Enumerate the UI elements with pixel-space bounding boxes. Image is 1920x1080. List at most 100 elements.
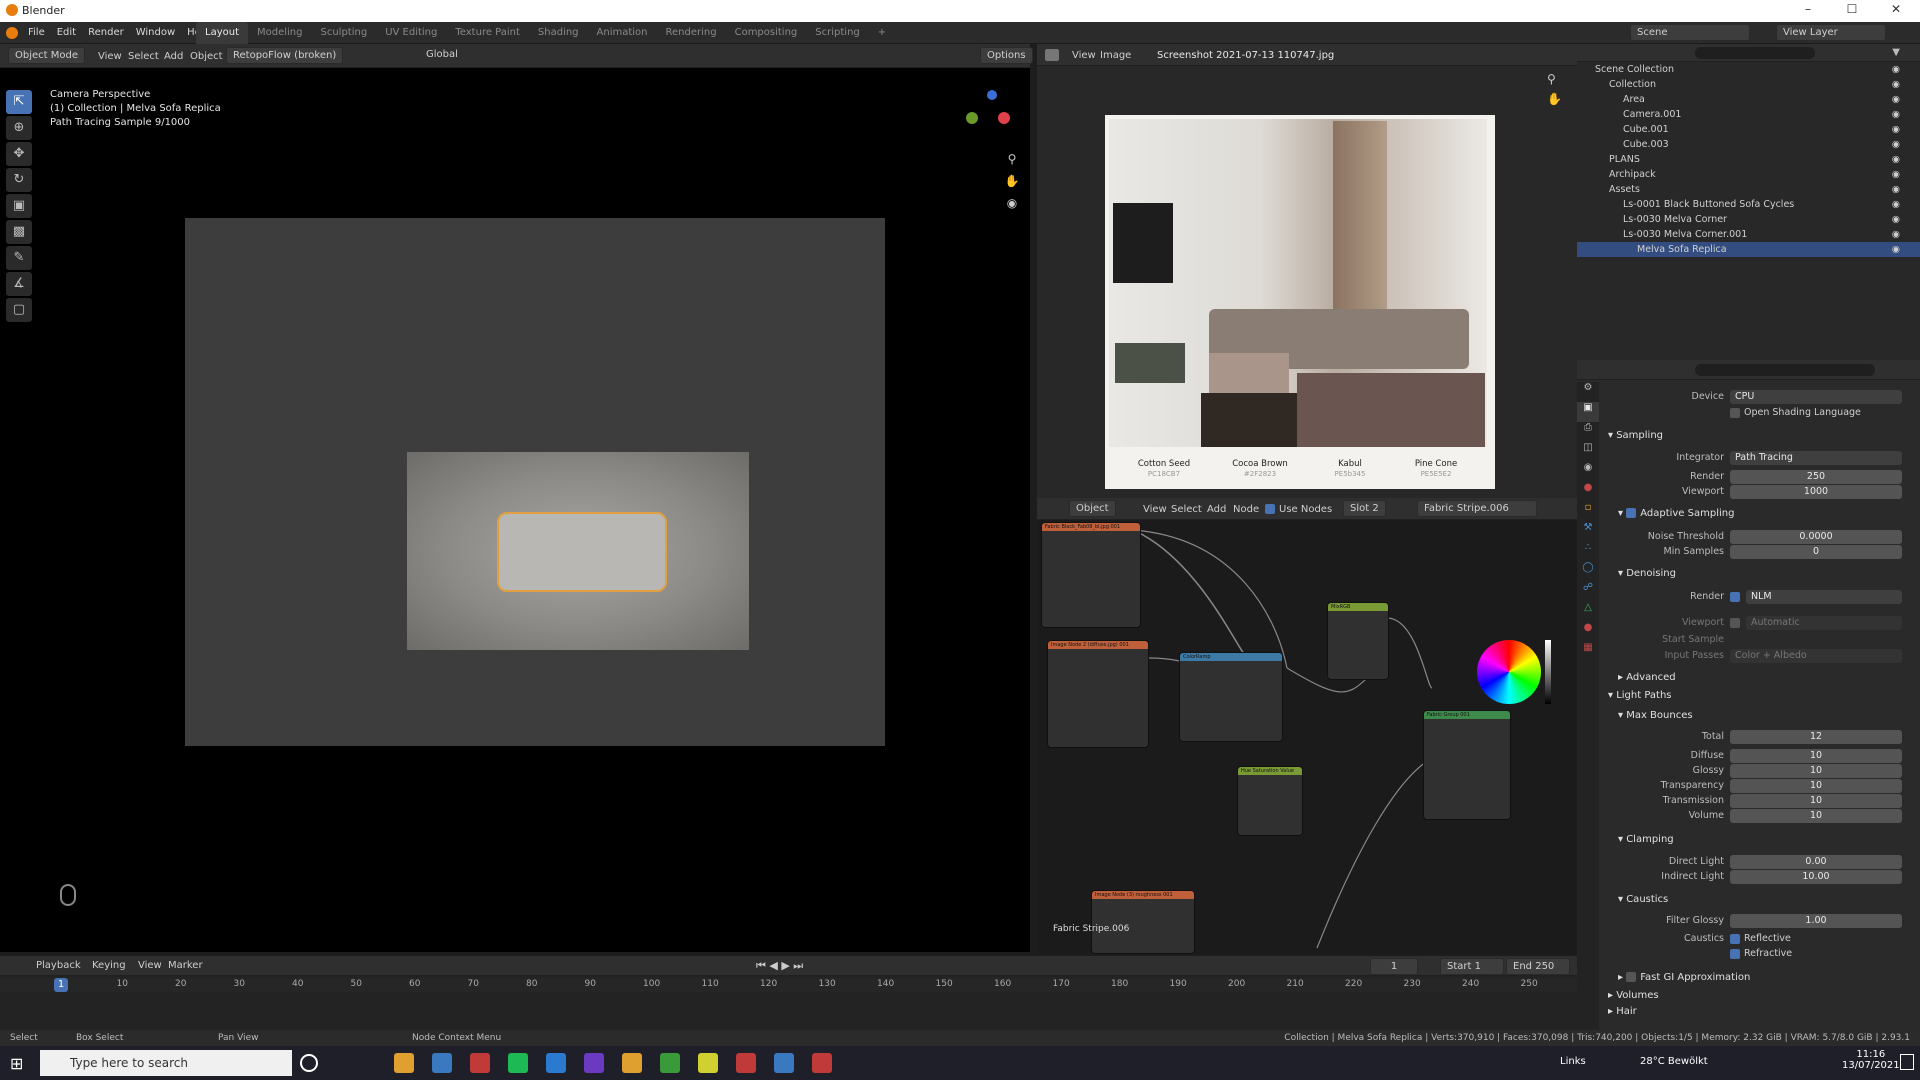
integrator-dropdown[interactable]: Path Tracing — [1730, 451, 1902, 465]
timeline[interactable]: Playback Keying View Marker ⏮ ◀ ▶ ⏭ 1 St… — [0, 956, 1577, 1036]
add-cube-tool-icon[interactable]: ▢ — [6, 298, 32, 322]
max-bounces-section[interactable]: ▾ Max Bounces — [1618, 710, 1693, 721]
viewport-samples-field[interactable]: 1000 — [1730, 485, 1902, 499]
viewport-menu-select[interactable]: Select — [128, 51, 159, 62]
visibility-eye-icon[interactable]: ◉ — [1892, 212, 1900, 227]
options-button[interactable]: Options — [980, 47, 1033, 64]
bounce-field[interactable]: 10 — [1730, 779, 1902, 793]
outliner-row[interactable]: Area ◉ — [1577, 92, 1920, 107]
data-tab-icon[interactable]: △ — [1577, 602, 1599, 622]
refractive-checkbox[interactable]: Refractive — [1730, 946, 1792, 962]
outliner-row[interactable]: PLANS ◉ — [1577, 152, 1920, 167]
tool-tab-icon[interactable]: ⚙ — [1577, 382, 1599, 402]
render-samples-field[interactable]: 250 — [1730, 470, 1902, 484]
playback-menu[interactable]: Playback — [36, 960, 81, 971]
checkbox-icon[interactable] — [1626, 972, 1637, 982]
tab-rendering[interactable]: Rendering — [657, 22, 726, 38]
outliner-row[interactable]: Assets ◉ — [1577, 182, 1920, 197]
cursor-tool-icon[interactable]: ⊕ — [6, 116, 32, 140]
fast-gi-section[interactable]: ▸ Fast GI Approximation — [1618, 972, 1750, 983]
visibility-eye-icon[interactable]: ◉ — [1892, 152, 1900, 167]
z-axis-icon[interactable] — [987, 90, 997, 100]
light-paths-section[interactable]: ▾ Light Paths — [1608, 690, 1672, 701]
close-icon[interactable]: ✕ — [1876, 2, 1916, 20]
visibility-eye-icon[interactable]: ◉ — [1892, 167, 1900, 182]
denoiser-dropdown[interactable]: NLM — [1746, 590, 1902, 604]
playback-controls[interactable]: ⏮ ◀ ▶ ⏭ — [756, 959, 803, 973]
taskbar-app-icon[interactable] — [546, 1053, 566, 1073]
image-texture-node[interactable]: Fabric Black_Fab08_bl.jpg 001 — [1041, 522, 1141, 628]
links-toolbar[interactable]: Links — [1560, 1056, 1586, 1067]
annotate-tool-icon[interactable]: ✎ — [6, 246, 32, 270]
output-tab-icon[interactable]: ⎙ — [1577, 422, 1599, 442]
bounce-field[interactable]: 10 — [1730, 794, 1902, 808]
outliner-row[interactable]: Camera.001 ◉ — [1577, 107, 1920, 122]
tab-uv-editing[interactable]: UV Editing — [376, 22, 446, 38]
value-slider[interactable] — [1545, 640, 1551, 704]
filter-icon[interactable]: ▼ — [1892, 47, 1900, 58]
notification-icon[interactable] — [1900, 1054, 1914, 1070]
timeline-view-menu[interactable]: View — [138, 960, 162, 971]
transform-orientation[interactable]: Global — [420, 47, 464, 62]
cortana-icon[interactable] — [300, 1054, 318, 1072]
reflective-checkbox[interactable]: Reflective — [1730, 931, 1791, 947]
camera-view-icon[interactable]: ◉ — [1002, 196, 1022, 218]
clamping-section[interactable]: ▾ Clamping — [1618, 834, 1674, 845]
bounce-field[interactable]: 12 — [1730, 730, 1902, 744]
outliner-row[interactable]: Ls-0001 Black Buttoned Sofa Cycles ◉ — [1577, 197, 1920, 212]
color-ramp-node[interactable]: ColorRamp — [1179, 652, 1283, 742]
world-tab-icon[interactable]: ● — [1577, 482, 1599, 502]
checkbox-icon[interactable] — [1626, 508, 1637, 518]
denoise-viewport-checkbox[interactable] — [1730, 615, 1744, 631]
denoise-viewport-dropdown[interactable]: Automatic — [1746, 616, 1902, 630]
taskbar-app-icon[interactable] — [508, 1053, 528, 1073]
mode-selector[interactable]: Object Mode — [8, 47, 85, 64]
marker-menu[interactable]: Marker — [168, 960, 203, 971]
editor-type-icon[interactable] — [1045, 49, 1059, 61]
taskbar-app-icon[interactable] — [812, 1053, 832, 1073]
select-tool-icon[interactable]: ⇱ — [6, 90, 32, 114]
taskbar-app-icon[interactable] — [432, 1053, 452, 1073]
taskbar-search-input[interactable]: Type here to search — [40, 1050, 292, 1076]
pan-hand-icon[interactable]: ✋ — [1002, 174, 1022, 196]
scale-tool-icon[interactable]: ▣ — [6, 194, 32, 218]
image-menu-view[interactable]: View — [1072, 50, 1096, 61]
denoise-render-checkbox[interactable] — [1730, 589, 1744, 605]
sampling-section[interactable]: ▾ Sampling — [1608, 430, 1663, 441]
tab-layout[interactable]: Layout — [196, 22, 248, 44]
blender-menu-icon[interactable] — [6, 27, 18, 39]
physics-tab-icon[interactable]: ◯ — [1577, 562, 1599, 582]
checkbox-icon[interactable] — [1730, 407, 1740, 418]
end-frame-field[interactable]: End 250 — [1506, 958, 1570, 975]
color-wheel[interactable] — [1477, 640, 1541, 704]
scene-selector[interactable]: Scene — [1630, 24, 1750, 41]
rotate-tool-icon[interactable]: ↻ — [6, 168, 32, 192]
mix-rgb-node[interactable]: MixRGB — [1327, 602, 1389, 680]
tab-compositing[interactable]: Compositing — [726, 22, 807, 38]
viewport-menu-object[interactable]: Object — [190, 51, 223, 62]
osl-checkbox[interactable]: Open Shading Language — [1730, 405, 1861, 421]
checkbox-icon[interactable] — [1730, 591, 1740, 602]
visibility-eye-icon[interactable]: ◉ — [1892, 77, 1900, 92]
constraints-tab-icon[interactable]: ☍ — [1577, 582, 1599, 602]
taskbar-app-icon[interactable] — [584, 1053, 604, 1073]
taskbar-app-icon[interactable] — [660, 1053, 680, 1073]
tab-modeling[interactable]: Modeling — [248, 22, 312, 38]
taskbar-app-icon[interactable] — [698, 1053, 718, 1073]
visibility-eye-icon[interactable]: ◉ — [1892, 62, 1900, 77]
noise-threshold-field[interactable]: 0.0000 — [1730, 530, 1902, 544]
indirect-light-field[interactable]: 10.00 — [1730, 870, 1902, 884]
start-frame-field[interactable]: Start 1 — [1440, 958, 1504, 975]
outliner-row[interactable]: Scene Collection ◉ — [1577, 62, 1920, 77]
min-samples-field[interactable]: 0 — [1730, 545, 1902, 559]
taskbar-app-icon[interactable] — [774, 1053, 794, 1073]
filter-glossy-field[interactable]: 1.00 — [1730, 914, 1902, 928]
view-layer-tab-icon[interactable]: ◫ — [1577, 442, 1599, 462]
visibility-eye-icon[interactable]: ◉ — [1892, 107, 1900, 122]
retopoflow-menu[interactable]: RetopoFlow (broken) — [226, 47, 344, 64]
outliner-row[interactable]: Archipack ◉ — [1577, 167, 1920, 182]
bounce-field[interactable]: 10 — [1730, 764, 1902, 778]
checkbox-icon[interactable] — [1730, 617, 1740, 628]
adaptive-sampling-section[interactable]: ▾ Adaptive Sampling — [1618, 508, 1734, 519]
visibility-eye-icon[interactable]: ◉ — [1892, 182, 1900, 197]
